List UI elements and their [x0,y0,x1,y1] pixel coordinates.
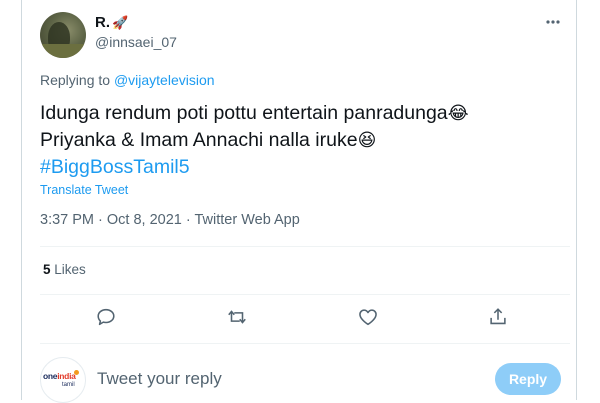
tweet-timestamp[interactable]: 3:37 PM · Oct 8, 2021 · Twitter Web App [40,212,300,228]
oneindia-tamil-logo[interactable]: oneindia tamil [40,357,86,403]
logo-one: one [43,371,58,381]
logo-india: india [57,371,76,381]
tweet-text-line-2: Priyanka & Imam Annachi nalla iruke [40,129,358,151]
reply-input[interactable]: Tweet your reply [97,369,222,389]
grinning-squint-emoji-icon: 😆 [357,130,377,150]
more-dots-icon[interactable] [545,14,561,35]
action-bar [40,300,570,336]
hashtag-link[interactable]: #BiggBossTamil5 [40,154,469,181]
author-name[interactable]: R. 🚀 [95,14,128,31]
retweet-icon-svg [228,310,246,324]
author-handle[interactable]: @innsaei_07 [95,34,177,50]
tweet-line-1: Idunga rendum poti pottu entertain panra… [40,100,469,127]
frame-right-border [576,0,577,400]
rocket-icon: 🚀 [112,15,129,30]
more-dots-svg [546,20,560,24]
author-name-text: R. [95,14,110,31]
tweet-text-line-1: Idunga rendum poti pottu entertain panra… [40,102,448,124]
divider [40,343,570,344]
reply-icon-svg [97,308,115,326]
replying-prefix: Replying to [40,72,111,88]
logo-dot [74,370,79,375]
heart-icon-svg [359,309,377,326]
replying-to: Replying to @vijaytelevision [40,72,215,88]
share-icon-svg [490,308,506,325]
laugh-tears-emoji-icon: 😂 [447,103,469,123]
reply-button[interactable]: Reply [495,363,561,395]
tweet-line-2: Priyanka & Imam Annachi nalla iruke😆 [40,127,469,154]
tweet-text: Idunga rendum poti pottu entertain panra… [40,100,469,181]
likes-number: 5 [43,262,51,277]
replying-to-link[interactable]: @vijaytelevision [114,72,215,88]
logo-text: oneindia [43,371,76,381]
avatar-ground [40,44,86,58]
reply-icon[interactable] [95,306,119,330]
logo-tamil: tamil [62,382,75,388]
heart-icon[interactable] [357,306,381,330]
frame-left-border [21,0,22,400]
divider [40,246,570,247]
retweet-icon[interactable] [226,306,250,330]
likes-count[interactable]: 5 Likes [43,262,86,277]
divider [40,294,570,295]
likes-label: Likes [54,262,86,277]
reply-composer: oneindia tamil Tweet your reply Reply [40,357,570,403]
translate-tweet-link[interactable]: Translate Tweet [40,183,128,197]
avatar[interactable] [40,12,86,58]
share-icon[interactable] [487,306,511,330]
